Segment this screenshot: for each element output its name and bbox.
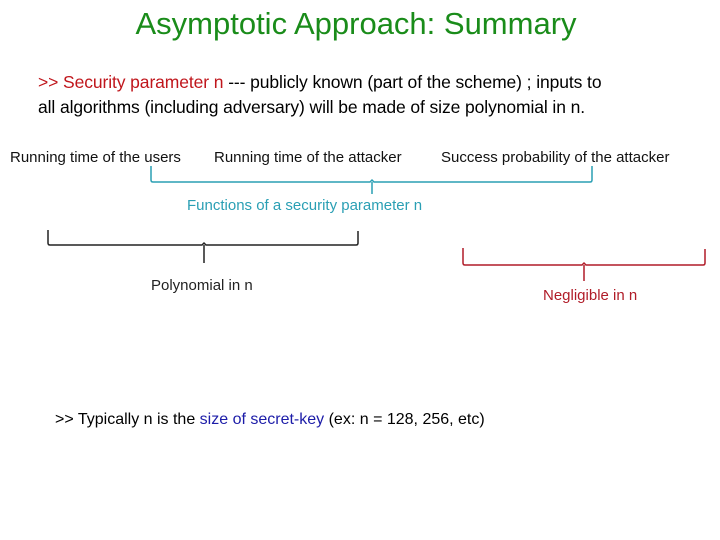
polynomial-bracket	[47, 230, 359, 263]
bottom-note-suffix: (ex: n = 128, 256, etc)	[324, 411, 485, 428]
negligible-bracket	[462, 248, 706, 281]
polynomial-label: Polynomial in n	[151, 277, 253, 294]
secret-key-term: size of secret-key	[199, 411, 325, 428]
bottom-note-prefix: >> Typically n is the	[55, 411, 200, 428]
negligible-label: Negligible in n	[543, 287, 638, 304]
bottom-note: >> Typically n is the size of secret-key…	[55, 411, 485, 429]
brackets-diagram	[47, 166, 706, 281]
functions-of-security-parameter-label: Functions of a security parameter n	[187, 197, 423, 214]
functions-bracket	[150, 166, 593, 194]
